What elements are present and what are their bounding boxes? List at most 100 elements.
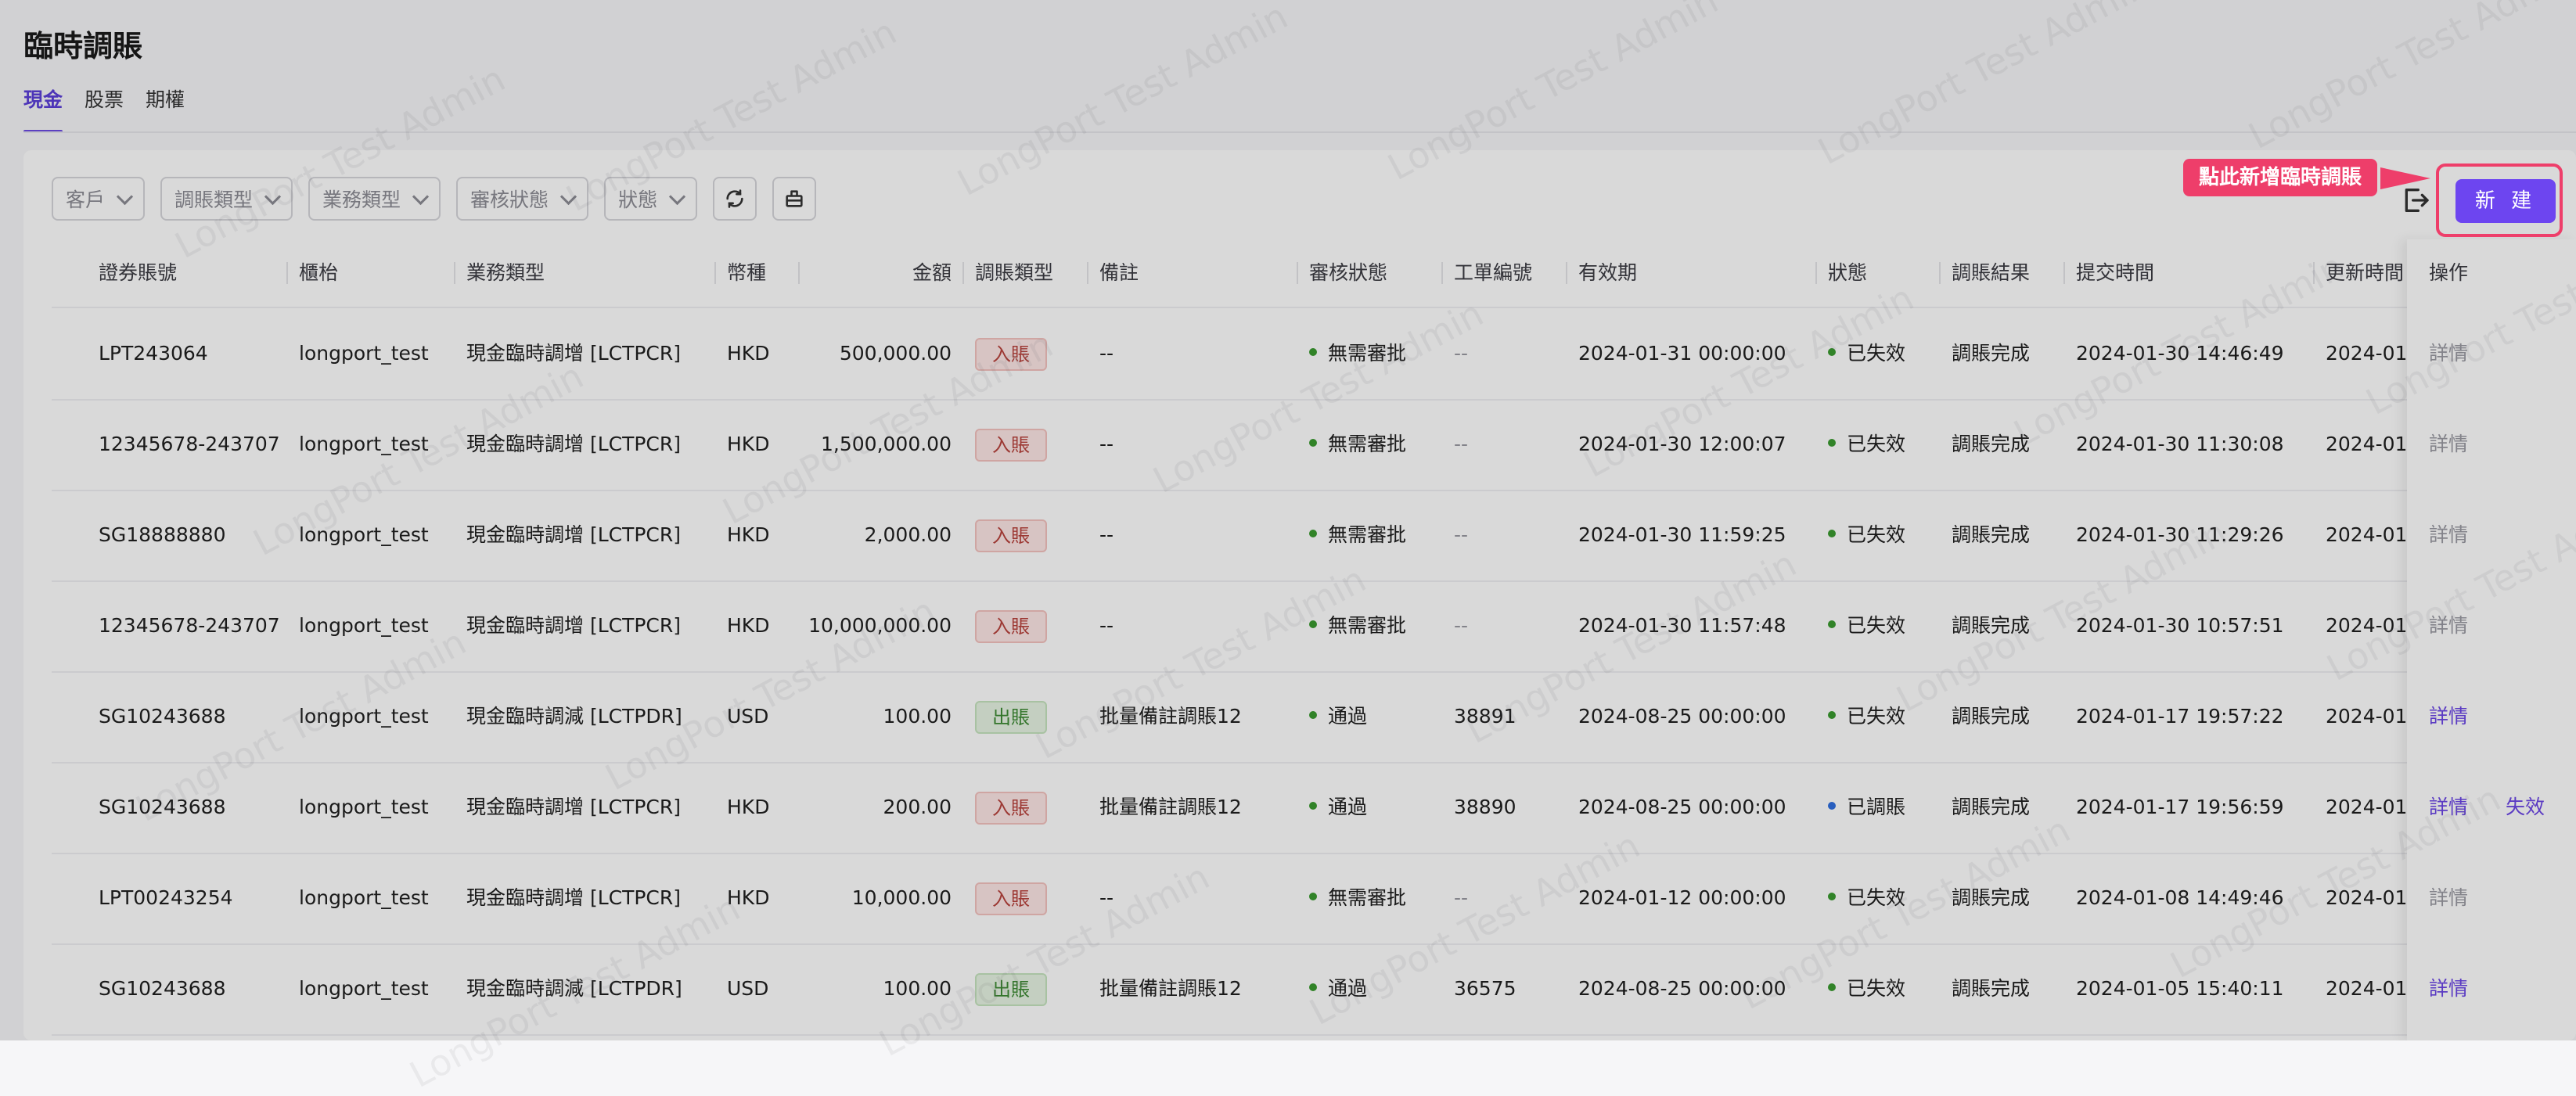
adjust-type-tag: 入賬	[975, 792, 1047, 825]
cell-amount: 200.00	[883, 796, 952, 818]
callout-arrow-icon	[2380, 167, 2430, 189]
detail-link[interactable]: 詳情	[2429, 977, 2468, 1000]
chevron-down-icon	[412, 188, 430, 205]
cell-account: 12345678-243707	[99, 433, 280, 455]
cell-counter: longport_test	[299, 886, 429, 909]
status-dot-icon	[1828, 711, 1836, 719]
detail-link[interactable]: 詳情	[2429, 886, 2468, 909]
cell-account: SG10243688	[99, 977, 226, 1000]
table-row: SG10243688 longport_test 現金臨時調減 [LCTPDR]…	[52, 671, 2576, 764]
cell-adjust-type: 入賬	[975, 580, 1047, 671]
invalidate-link[interactable]: 失效	[2506, 796, 2545, 818]
cell-expiry: 2024-08-25 00:00:00	[1578, 705, 1786, 728]
col-counter: 櫃枱	[286, 239, 338, 307]
cell-updated: 2024-01	[2326, 977, 2408, 1000]
status-dot-icon	[1309, 530, 1317, 537]
filter-bar: 客戶 調賬類型 業務類型 審核狀態 狀態	[52, 177, 817, 221]
col-adjust-type: 調賬類型	[962, 239, 1053, 307]
cell-amount: 500,000.00	[839, 342, 952, 365]
status-text: 已失效	[1847, 614, 1906, 637]
adjust-type-tag: 入賬	[975, 610, 1047, 643]
audit-status-text: 無需審批	[1328, 433, 1407, 455]
tab-options[interactable]: 期權	[146, 84, 185, 133]
tab-bar: 現金 股票 期權	[23, 84, 185, 133]
cell-adjust-type: 入賬	[975, 762, 1047, 853]
cell-status: 已失效	[1828, 490, 1905, 580]
cell-counter: longport_test	[299, 342, 429, 365]
cell-result: 調賬完成	[1952, 523, 2031, 546]
cell-status: 已調賬	[1828, 762, 1905, 853]
adjust-type-tag: 入賬	[975, 429, 1047, 462]
cell-audit-status: 通過	[1309, 671, 1367, 762]
status-text: 已失效	[1847, 977, 1906, 1000]
guide-callout: 點此新增臨時調賬	[2183, 159, 2378, 196]
status-text: 已失效	[1847, 705, 1906, 728]
filter-customer[interactable]: 客戶	[52, 177, 146, 221]
broom-icon	[786, 190, 803, 207]
adjust-type-tag: 入賬	[975, 519, 1047, 552]
cell-result: 調賬完成	[1952, 342, 2031, 365]
cell-account: LPT00243254	[99, 886, 233, 909]
cell-adjust-type: 入賬	[975, 399, 1047, 490]
watermark-text: LongPort Test Admin	[1811, 0, 2156, 173]
audit-status-text: 無需審批	[1328, 886, 1407, 909]
tab-stock[interactable]: 股票	[85, 84, 124, 133]
status-text: 已失效	[1847, 433, 1906, 455]
col-ops: 操作	[2429, 261, 2469, 284]
cell-submitted: 2024-01-30 11:30:08	[2076, 433, 2284, 455]
new-button[interactable]: 新 建	[2455, 179, 2556, 223]
col-remark: 備註	[1086, 239, 1139, 307]
export-icon[interactable]	[2400, 185, 2431, 216]
cell-ticket: --	[1454, 523, 1469, 546]
detail-link[interactable]: 詳情	[2429, 523, 2468, 546]
col-account: 證券賬號	[99, 261, 178, 284]
status-dot-icon	[1828, 893, 1836, 900]
page-title: 臨時調賬	[23, 29, 143, 63]
status-dot-icon	[1309, 802, 1317, 810]
col-audit-status: 審核狀態	[1296, 239, 1387, 307]
watermark-text: LongPort Test Admin	[2241, 0, 2576, 157]
cell-status: 已失效	[1828, 580, 1905, 671]
refresh-icon	[726, 189, 743, 208]
audit-status-text: 通過	[1328, 796, 1368, 818]
status-dot-icon	[1828, 802, 1836, 810]
cell-account: SG10243688	[99, 705, 226, 728]
cell-account: LPT243064	[99, 342, 208, 365]
ops-cell: 詳情	[2429, 943, 2506, 1034]
filter-label: 客戶	[66, 189, 106, 211]
cell-remark: --	[1099, 523, 1114, 546]
cell-adjust-type: 入賬	[975, 490, 1047, 580]
tab-cash[interactable]: 現金	[23, 84, 63, 133]
col-currency: 幣種	[714, 239, 766, 307]
cell-account: SG18888880	[99, 523, 226, 546]
cell-remark: --	[1099, 342, 1114, 365]
cell-adjust-type: 入賬	[975, 853, 1047, 943]
clear-filters-button[interactable]	[772, 177, 817, 221]
detail-link[interactable]: 詳情	[2429, 433, 2468, 455]
ops-cell: 詳情	[2429, 399, 2506, 490]
audit-status-text: 通過	[1328, 705, 1368, 728]
cell-submitted: 2024-01-17 19:57:22	[2076, 705, 2284, 728]
status-dot-icon	[1828, 620, 1836, 628]
cell-remark: 批量備註調賬12	[1099, 796, 1242, 818]
cell-audit-status: 通過	[1309, 762, 1367, 853]
filter-label: 審核狀態	[470, 189, 549, 211]
cell-ticket: 38890	[1454, 796, 1516, 818]
cell-business-type: 現金臨時調增 [LCTPCR]	[466, 614, 682, 637]
status-dot-icon	[1309, 348, 1317, 356]
cell-amount: 10,000.00	[851, 886, 952, 909]
cell-result: 調賬完成	[1952, 977, 2031, 1000]
cell-audit-status: 無需審批	[1309, 853, 1406, 943]
refresh-button[interactable]	[713, 177, 757, 221]
cell-ticket: --	[1454, 433, 1469, 455]
status-dot-icon	[1828, 983, 1836, 991]
cell-adjust-type: 出賬	[975, 671, 1047, 762]
cell-status: 已失效	[1828, 399, 1905, 490]
col-submitted: 提交時間	[2063, 239, 2154, 307]
cell-updated: 2024-01	[2326, 523, 2408, 546]
detail-link[interactable]: 詳情	[2429, 705, 2468, 728]
adjust-type-tag: 入賬	[975, 882, 1047, 915]
col-amount: 金額	[798, 239, 952, 307]
audit-status-text: 無需審批	[1328, 614, 1407, 637]
cell-remark: --	[1099, 433, 1114, 455]
